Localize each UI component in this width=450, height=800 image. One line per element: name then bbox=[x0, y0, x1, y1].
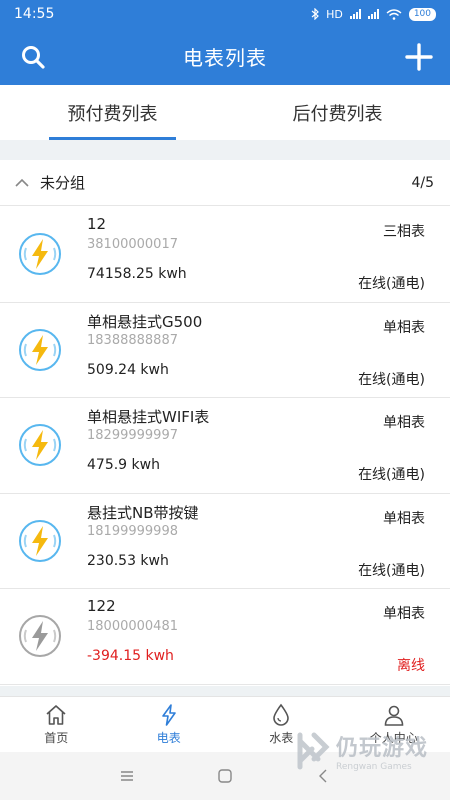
menu-icon[interactable] bbox=[118, 767, 136, 785]
meter-name: 单相悬挂式WIFI表 bbox=[87, 408, 210, 427]
meter-name: 12 bbox=[87, 215, 107, 233]
tab-prepaid[interactable]: 预付费列表 bbox=[0, 85, 225, 140]
meter-lightning-icon bbox=[19, 615, 61, 658]
meter-serial: 18199999998 bbox=[87, 523, 178, 539]
meter-status: 在线(通电) bbox=[358, 276, 425, 292]
water-drop-icon bbox=[273, 703, 290, 726]
meter-reading: 509.24 kwh bbox=[87, 361, 169, 378]
meter-reading: 74158.25 kwh bbox=[87, 266, 187, 282]
tab-postpaid[interactable]: 后付费列表 bbox=[225, 85, 450, 140]
tab-bar: 预付费列表 后付费列表 bbox=[0, 85, 450, 140]
meter-row[interactable]: 悬挂式NB带按键 18199999998 230.53 kwh 单相表在线(通电) bbox=[0, 493, 450, 590]
meter-type: 单相表 bbox=[383, 319, 425, 336]
meter-lightning-icon bbox=[19, 424, 61, 467]
meter-type: 单相表 bbox=[383, 415, 425, 432]
group-count: 4/5 bbox=[411, 174, 434, 191]
meter-type: 单相表 bbox=[383, 606, 425, 623]
meter-lightning-icon bbox=[19, 328, 61, 371]
meter-name: 单相悬挂式G500 bbox=[87, 312, 203, 331]
meter-name: 悬挂式NB带按键 bbox=[87, 503, 199, 522]
nav-water-label: 水表 bbox=[269, 731, 294, 745]
signal-icon bbox=[349, 9, 361, 19]
meter-status: 离线 bbox=[397, 658, 425, 675]
meter-serial: 18388888887 bbox=[87, 332, 178, 348]
status-bar: 14:55 HD 100 bbox=[0, 0, 450, 28]
chevron-up-icon bbox=[15, 178, 29, 187]
nav-electric-meter[interactable]: 电表 bbox=[113, 697, 226, 752]
wifi-icon bbox=[386, 8, 402, 20]
meter-lightning-icon bbox=[19, 233, 61, 275]
meter-name: 122 bbox=[87, 597, 116, 616]
search-icon bbox=[22, 46, 45, 69]
meter-type: 三相表 bbox=[383, 224, 425, 240]
meter-status: 在线(通电) bbox=[358, 467, 425, 484]
home-square-icon[interactable] bbox=[216, 767, 234, 785]
meter-reading: 475.9 kwh bbox=[87, 457, 160, 474]
status-icons: HD 100 bbox=[311, 7, 436, 21]
search-button[interactable] bbox=[14, 38, 52, 76]
section-divider bbox=[0, 140, 450, 160]
meter-status: 在线(通电) bbox=[358, 562, 425, 579]
meter-serial: 38100000017 bbox=[87, 237, 178, 252]
bluetooth-icon bbox=[311, 8, 319, 20]
meter-row[interactable]: 单相悬挂式G500 18388888887 509.24 kwh 单相表在线(通电) bbox=[0, 302, 450, 399]
network-type-label: HD bbox=[326, 7, 343, 21]
list-footer-gap bbox=[0, 686, 450, 696]
meter-status: 在线(通电) bbox=[358, 371, 425, 388]
watermark: 仍玩游戏 Rengwan Games bbox=[296, 730, 428, 772]
meter-reading: -394.15 kwh bbox=[87, 648, 174, 665]
plus-icon bbox=[405, 43, 433, 71]
signal-icon-2 bbox=[367, 9, 379, 19]
meter-row[interactable]: 12 38100000017 74158.25 kwh 三相表在线(通电) bbox=[0, 207, 450, 303]
meter-reading: 230.53 kwh bbox=[87, 552, 169, 569]
status-time: 14:55 bbox=[14, 6, 55, 22]
add-meter-button[interactable] bbox=[400, 38, 438, 76]
watermark-subtext: Rengwan Games bbox=[335, 762, 412, 772]
group-header[interactable]: 未分组 4/5 bbox=[0, 160, 450, 206]
meter-list: 12 38100000017 74158.25 kwh 三相表 在线(通电) 单相悬挂式G… bbox=[0, 207, 450, 685]
person-icon bbox=[384, 705, 404, 726]
meter-serial: 18000000481 bbox=[87, 619, 178, 635]
watermark-text: 仍玩游戏 bbox=[335, 736, 428, 761]
meter-row[interactable]: 单相悬挂式WIFI表 18299999997 475.9 kwh 单相表在线(通电) bbox=[0, 398, 450, 494]
page-title: 电表列表 bbox=[183, 46, 267, 70]
nav-home-label: 首页 bbox=[44, 731, 69, 745]
nav-electric-label: 电表 bbox=[156, 731, 181, 745]
battery-indicator: 100 bbox=[408, 7, 436, 21]
lightning-icon bbox=[161, 704, 176, 726]
home-icon bbox=[46, 705, 66, 725]
meter-type: 单相表 bbox=[383, 510, 425, 527]
meter-lightning-icon bbox=[19, 519, 61, 562]
nav-home[interactable]: 首页 bbox=[0, 697, 113, 752]
app-bar: 电表列表 bbox=[0, 28, 450, 85]
group-name: 未分组 bbox=[40, 174, 86, 192]
meter-row[interactable]: 122 18000000481 -394.15 kwh 单相表离线 bbox=[0, 589, 450, 685]
meter-serial: 18299999997 bbox=[87, 428, 178, 444]
watermark-logo-icon bbox=[297, 732, 330, 770]
